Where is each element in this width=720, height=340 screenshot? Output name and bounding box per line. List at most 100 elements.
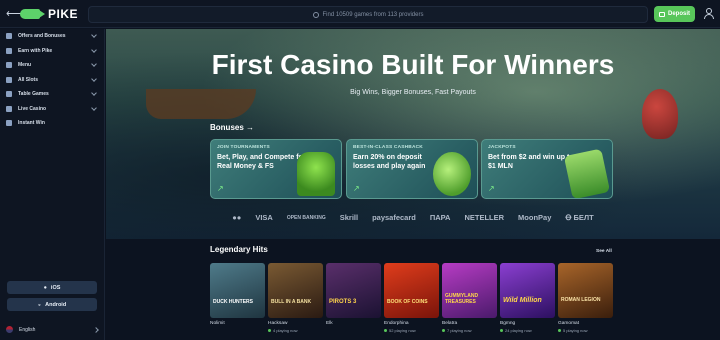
sidebar-item-label: All Slots xyxy=(18,76,39,83)
payment-logo: ПАРА xyxy=(429,213,451,222)
cards-icon xyxy=(6,91,12,98)
pike-fish-icon xyxy=(20,9,45,19)
buoy-image xyxy=(642,89,678,139)
menu-icon xyxy=(6,62,12,69)
promo-card-jackpots[interactable]: JACKPOTS Bet from $2 and win up to $1 ML… xyxy=(481,139,613,199)
online-dot-icon xyxy=(442,329,445,332)
players-count: 5 playing now xyxy=(558,328,587,333)
players-count: 24 playing now xyxy=(500,328,532,333)
arrow-up-right-icon: ↗ xyxy=(488,184,495,193)
sidebar-item-table-games[interactable]: Table Games xyxy=(0,87,104,102)
game-provider: Nolimit xyxy=(210,321,225,326)
payment-logo: Skrill xyxy=(339,213,359,222)
coins-image xyxy=(433,152,471,196)
game-title: ROMAN LEGION xyxy=(561,297,601,303)
slot-machine-image xyxy=(563,148,611,198)
legendary-hits-title: Legendary Hits xyxy=(210,245,268,254)
promo-card-cashback[interactable]: BEST-IN-CLASS CASHBACK Earn 20% on depos… xyxy=(346,139,478,199)
deposit-button[interactable]: Deposit xyxy=(654,6,695,22)
wallet-icon xyxy=(658,11,665,17)
promo-text: Bet, Play, and Compete for Real Money & … xyxy=(217,154,306,170)
sidebar-item-earn[interactable]: Earn with Pike xyxy=(0,44,104,59)
promo-tag: JACKPOTS xyxy=(488,145,516,150)
chevron-down-icon xyxy=(91,90,97,97)
promo-text: Earn 20% on deposit losses and play agai… xyxy=(353,154,426,170)
game-provider: Gamomat xyxy=(558,321,580,326)
sidebar-item-offers[interactable]: Offers and Bonuses xyxy=(0,29,104,44)
android-button[interactable]: ◒ Android xyxy=(7,298,97,311)
chevron-down-icon xyxy=(91,46,97,53)
sidebar-item-menu[interactable]: Menu xyxy=(0,58,104,73)
game-provider: Belatra xyxy=(442,321,458,326)
game-provider: Hacksaw xyxy=(268,321,288,326)
sidebar-item-label: Live Casino xyxy=(18,105,47,112)
chevron-down-icon xyxy=(91,104,97,111)
sidebar-item-label: Menu xyxy=(18,62,32,69)
payment-logo: OPEN BANKING xyxy=(286,214,326,221)
search-input[interactable]: Find 10509 games from 113 providers xyxy=(88,6,648,23)
game-provider: Elk xyxy=(326,321,333,326)
language-label: English xyxy=(19,326,36,333)
logo-text: PIKE xyxy=(48,7,79,21)
trophy-image xyxy=(297,152,335,196)
game-title: GUMMYLAND TREASURES xyxy=(445,293,479,305)
game-title: BULL IN A BANK xyxy=(271,299,312,305)
game-title: BOOK OF COINS xyxy=(387,299,428,305)
user-icon[interactable] xyxy=(703,8,714,19)
android-label: Android xyxy=(45,301,67,308)
sidebar-item-label: Table Games xyxy=(18,91,49,98)
promo-tag: BEST-IN-CLASS CASHBACK xyxy=(353,145,423,150)
logo[interactable]: PIKE xyxy=(20,7,78,21)
language-selector[interactable]: English xyxy=(6,326,99,333)
sidebar: Offers and Bonuses Earn with Pike Menu A… xyxy=(0,29,105,340)
hero-title: First Casino Built For Winners xyxy=(211,49,615,80)
search-icon xyxy=(312,11,319,18)
game-tile[interactable]: BOOK OF COINS xyxy=(384,263,439,318)
players-count: 52 playing now xyxy=(384,328,416,333)
back-arrow-icon[interactable]: ⟵ xyxy=(6,8,22,20)
game-tile[interactable]: GUMMYLAND TREASURES xyxy=(442,263,497,318)
deposit-label: Deposit xyxy=(667,11,690,17)
main-content: First Casino Built For Winners Big Wins,… xyxy=(106,29,720,340)
game-tile[interactable]: Wild Million xyxy=(500,263,555,318)
sidebar-item-live-casino[interactable]: Live Casino xyxy=(0,102,104,117)
android-icon: ◒ xyxy=(37,301,42,308)
promo-card-tournaments[interactable]: JOIN TOURNAMENTS Bet, Play, and Compete … xyxy=(210,139,342,199)
players-label: 52 playing now xyxy=(389,328,416,333)
coin-icon xyxy=(6,47,12,54)
arrow-up-right-icon: ↗ xyxy=(353,184,360,193)
chevron-down-icon xyxy=(91,32,97,39)
players-label: 5 playing now xyxy=(563,328,588,333)
payment-logo: ●● xyxy=(232,213,242,222)
chevron-down-icon xyxy=(91,75,97,82)
players-label: 4 playing now xyxy=(273,328,298,333)
sidebar-item-label: Offers and Bonuses xyxy=(18,33,66,40)
players-label: 24 playing now xyxy=(505,328,532,333)
hero-subtitle: Big Wins, Bigger Bonuses, Fast Payouts xyxy=(350,89,476,96)
see-all-link[interactable]: See All xyxy=(596,249,612,254)
online-dot-icon xyxy=(500,329,503,332)
ios-label: iOS xyxy=(50,284,61,291)
players-count: 7 playing now xyxy=(442,328,471,333)
promo-tag: JOIN TOURNAMENTS xyxy=(217,145,270,150)
bonuses-title[interactable]: Bonuses → xyxy=(210,123,254,132)
sidebar-item-label: Instant Win xyxy=(18,120,45,127)
payment-methods: ●● VISA OPEN BANKING Skrill paysafecard … xyxy=(106,213,720,222)
game-tile[interactable]: PIROTS 3 xyxy=(326,263,381,318)
game-tile[interactable]: BULL IN A BANK xyxy=(268,263,323,318)
flag-icon xyxy=(6,326,13,333)
game-title: Wild Million xyxy=(503,297,542,304)
sidebar-item-instant-win[interactable]: Instant Win xyxy=(0,116,104,131)
game-tile[interactable]: DUCK HUNTERS xyxy=(210,263,265,318)
gift-icon xyxy=(6,33,12,40)
instant-icon xyxy=(6,120,12,127)
game-tile[interactable]: ROMAN LEGION xyxy=(558,263,613,318)
sidebar-item-slots[interactable]: All Slots xyxy=(0,73,104,88)
players-label: 7 playing now xyxy=(447,328,472,333)
ios-button[interactable]: ● iOS xyxy=(7,281,97,294)
apple-icon: ● xyxy=(43,284,47,291)
online-dot-icon xyxy=(268,329,271,332)
online-dot-icon xyxy=(384,329,387,332)
slots-icon xyxy=(6,76,12,83)
arrow-up-right-icon: ↗ xyxy=(217,184,224,193)
